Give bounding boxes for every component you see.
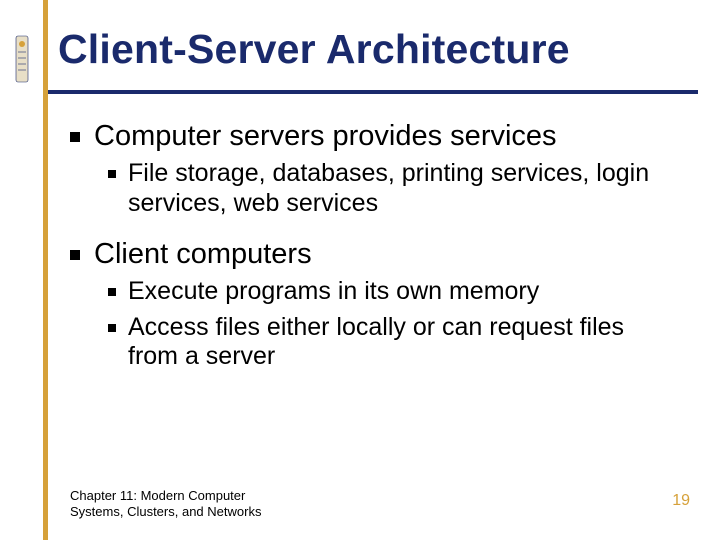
- list-item-text: Access files either locally or can reque…: [128, 313, 670, 372]
- list-item: Client computers: [70, 238, 670, 271]
- square-bullet-icon: [108, 170, 116, 178]
- list-item-text: Execute programs in its own memory: [128, 277, 539, 307]
- list-item-text: Computer servers provides services: [94, 120, 557, 153]
- square-bullet-icon: [70, 250, 80, 260]
- footer-chapter: Chapter 11: Modern Computer Systems, Clu…: [70, 488, 261, 521]
- list-item: File storage, databases, printing servic…: [108, 159, 670, 218]
- footer-chapter-line: Systems, Clusters, and Networks: [70, 504, 261, 520]
- slide: Client-Server Architecture Computer serv…: [0, 0, 720, 540]
- square-bullet-icon: [108, 324, 116, 332]
- page-number: 19: [672, 492, 690, 510]
- slide-content: Computer servers provides services File …: [70, 110, 670, 374]
- list-item-text: File storage, databases, printing servic…: [128, 159, 670, 218]
- square-bullet-icon: [108, 288, 116, 296]
- decorative-book-icon: [12, 34, 32, 84]
- square-bullet-icon: [70, 132, 80, 142]
- footer-chapter-line: Chapter 11: Modern Computer: [70, 488, 261, 504]
- list-item-text: Client computers: [94, 238, 312, 271]
- slide-title: Client-Server Architecture: [58, 26, 570, 73]
- title-underline: [48, 90, 698, 94]
- list-item: Access files either locally or can reque…: [108, 313, 670, 372]
- vertical-rule: [43, 0, 48, 540]
- list-item: Computer servers provides services: [70, 120, 670, 153]
- list-item: Execute programs in its own memory: [108, 277, 670, 307]
